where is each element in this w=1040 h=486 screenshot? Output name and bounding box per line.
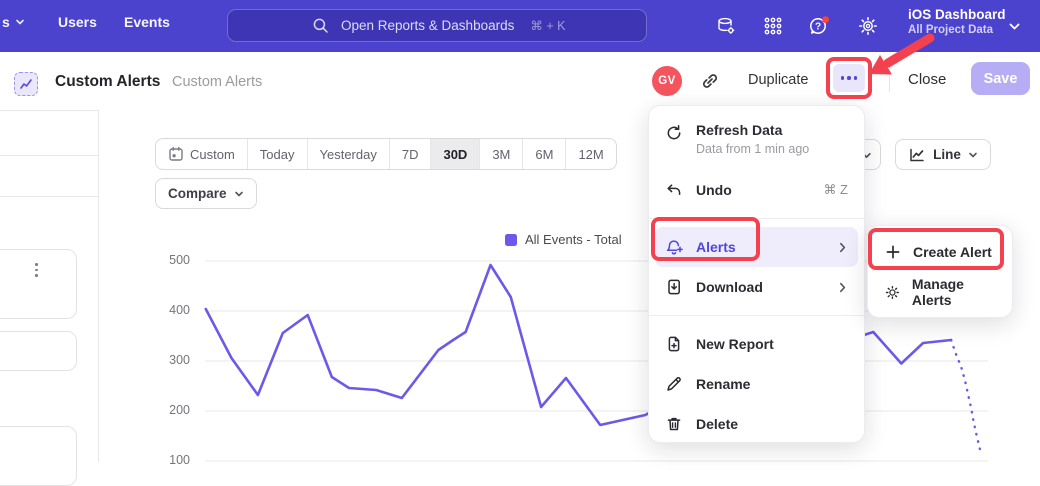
undo-icon [665, 181, 683, 199]
range-yesterday[interactable]: Yesterday [308, 139, 390, 169]
range-3m[interactable]: 3M [480, 139, 523, 169]
compare-button[interactable]: Compare [155, 178, 257, 209]
menu-item-delete[interactable]: Delete [649, 404, 864, 444]
menu-divider [649, 218, 864, 219]
range-7d[interactable]: 7D [390, 139, 432, 169]
range-30d-selected[interactable]: 30D [431, 139, 480, 169]
menu-item-new-report[interactable]: New Report [649, 324, 864, 364]
range-12m[interactable]: 12M [566, 139, 615, 169]
chevron-right-icon [837, 242, 848, 253]
query-item-card[interactable] [0, 426, 77, 486]
refresh-icon [665, 124, 683, 142]
range-6m[interactable]: 6M [523, 139, 566, 169]
save-button[interactable]: Save [971, 62, 1030, 95]
data-management-icon[interactable] [710, 10, 742, 42]
nav-item-fragment[interactable]: s [2, 14, 25, 30]
project-selector[interactable]: iOS Dashboard All Project Data [908, 7, 1006, 36]
chevron-down-icon[interactable] [1008, 20, 1021, 33]
y-axis-tick-label: 400 [148, 303, 190, 317]
date-range-control: Custom Today Yesterday 7D 30D 3M 6M 12M [155, 138, 617, 170]
search-placeholder: Open Reports & Dashboards [341, 18, 514, 33]
ellipsis-icon [841, 76, 845, 80]
copy-link-icon[interactable] [698, 70, 722, 92]
menu-item-rename[interactable]: Rename [649, 364, 864, 404]
new-report-icon [665, 335, 683, 353]
svg-text:?: ? [815, 22, 821, 33]
chevron-right-icon [837, 282, 848, 293]
project-name: iOS Dashboard [908, 7, 1006, 22]
avatar[interactable]: GV [652, 66, 682, 96]
nav-item-users[interactable]: Users [58, 14, 97, 30]
plus-icon [885, 244, 901, 260]
more-options-button[interactable] [833, 64, 865, 92]
search-bar[interactable]: Open Reports & Dashboards ⌘ + K [227, 9, 647, 42]
range-today[interactable]: Today [248, 139, 308, 169]
download-icon [665, 278, 683, 296]
report-header: Custom Alerts Custom Alerts [0, 52, 1040, 110]
y-axis-tick-label: 300 [148, 353, 190, 367]
chart-type-button[interactable]: Line [895, 139, 991, 170]
refresh-data-freshness: Data from 1 min ago [696, 142, 809, 156]
undo-shortcut: ⌘ Z [823, 182, 848, 198]
chevron-down-icon [234, 189, 244, 199]
query-builder-panel [0, 110, 99, 462]
submenu-item-create-alert[interactable]: Create Alert [868, 232, 1012, 272]
apps-grid-icon[interactable] [757, 10, 789, 42]
menu-item-download[interactable]: Download [649, 267, 864, 307]
menu-item-alerts[interactable]: Alerts [655, 227, 858, 267]
gear-icon [885, 284, 900, 301]
pencil-icon [665, 375, 683, 393]
y-axis-tick-label: 200 [148, 403, 190, 417]
page-title: Custom Alerts [55, 73, 160, 91]
query-item-card[interactable] [0, 331, 77, 371]
top-navigation-bar: s Users Events Open Reports & Dashboards… [0, 0, 1040, 52]
breadcrumb: Custom Alerts [172, 74, 262, 90]
chevron-down-icon [968, 150, 978, 160]
menu-divider [649, 315, 864, 316]
close-button[interactable]: Close [908, 71, 946, 88]
settings-gear-icon[interactable] [852, 10, 884, 42]
context-menu: Refresh Data Data from 1 min ago Undo ⌘ … [648, 105, 865, 443]
panel-divider [0, 196, 98, 197]
trash-icon [665, 415, 683, 433]
menu-item-refresh-data[interactable]: Refresh Data Data from 1 min ago [649, 116, 864, 170]
notification-dot [822, 16, 829, 23]
duplicate-button[interactable]: Duplicate [748, 72, 808, 88]
search-icon [312, 17, 329, 34]
search-shortcut: ⌘ + K [530, 18, 565, 33]
y-axis-tick-label: 100 [148, 453, 190, 467]
chevron-down-icon [15, 17, 25, 27]
range-custom[interactable]: Custom [156, 139, 248, 169]
chart-legend[interactable]: All Events - Total [505, 232, 622, 247]
report-chart-icon [14, 72, 38, 96]
submenu-item-manage-alerts[interactable]: Manage Alerts [868, 272, 1012, 312]
kebab-menu-icon[interactable] [35, 263, 38, 277]
y-axis-tick-label: 500 [148, 253, 190, 267]
panel-divider [0, 155, 98, 156]
project-scope: All Project Data [908, 24, 1006, 36]
alerts-submenu: Create Alert Manage Alerts [867, 225, 1013, 318]
query-item-card[interactable] [0, 249, 77, 319]
line-chart-icon [908, 146, 926, 164]
nav-item-events[interactable]: Events [124, 14, 170, 30]
legend-swatch [505, 234, 517, 246]
legend-label: All Events - Total [525, 232, 622, 247]
menu-item-undo[interactable]: Undo ⌘ Z [649, 170, 864, 210]
help-icon[interactable]: ? [804, 10, 836, 42]
calendar-icon [168, 146, 184, 162]
header-divider [889, 66, 890, 92]
bell-plus-icon [665, 238, 683, 256]
